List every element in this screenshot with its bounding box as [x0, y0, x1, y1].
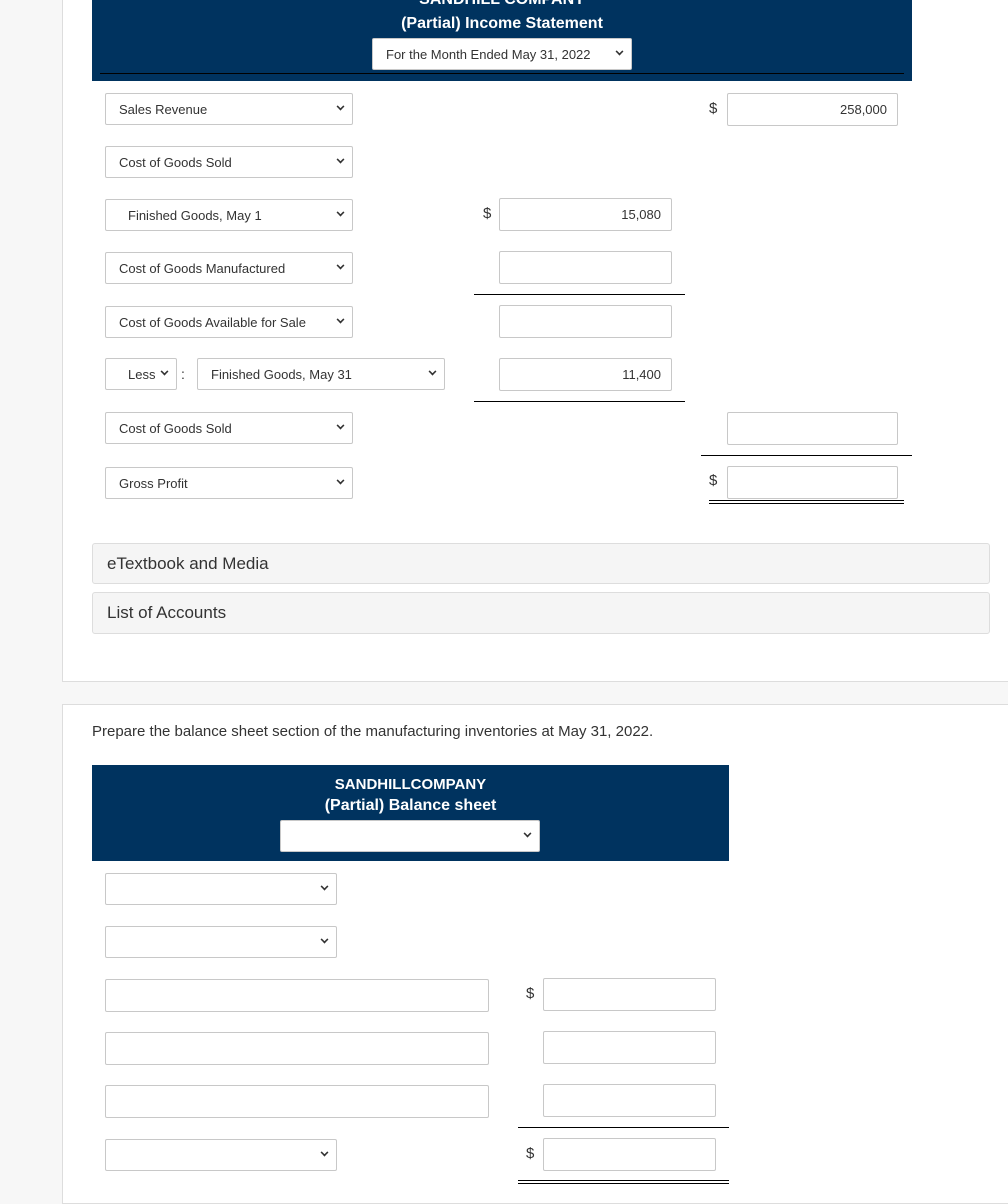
total-double-line	[709, 500, 904, 504]
chevron-down-icon	[336, 421, 345, 430]
inventory-amount-input-2[interactable]	[543, 1031, 716, 1064]
subtotal-line	[474, 401, 685, 402]
inventory-amount-input-3[interactable]	[543, 1084, 716, 1117]
chevron-down-icon	[336, 155, 345, 164]
company-name: SANDHILL COMPANY	[92, 0, 912, 9]
cogm-input[interactable]	[499, 251, 672, 284]
account-select-total[interactable]	[105, 1139, 337, 1171]
currency-symbol: $	[526, 1145, 535, 1162]
account-select-cogs[interactable]: Cost of Goods Sold	[105, 412, 353, 444]
list-of-accounts-link[interactable]: List of Accounts	[92, 592, 990, 634]
subtotal-line	[518, 1127, 729, 1128]
gross-profit-input[interactable]	[727, 466, 898, 499]
company-name: SANDHILLCOMPANY	[334, 776, 487, 793]
inventory-name-input-2[interactable]	[105, 1032, 489, 1065]
currency-symbol: $	[526, 985, 535, 1002]
account-select-cogm[interactable]: Cost of Goods Manufactured	[105, 252, 353, 284]
chevron-down-icon	[336, 315, 345, 324]
account-select-fg-may31[interactable]: Finished Goods, May 31	[197, 358, 445, 390]
sales-amount-input[interactable]: 258,000	[727, 93, 898, 126]
inventory-amount-input-1[interactable]	[543, 978, 716, 1011]
date-select[interactable]	[280, 820, 540, 852]
period-select[interactable]: For the Month Ended May 31, 2022	[372, 38, 632, 70]
account-select-1[interactable]	[105, 873, 337, 905]
statement-title: (Partial) Balance sheet	[324, 797, 497, 814]
account-select-fg-may1[interactable]: Finished Goods, May 1	[105, 199, 353, 231]
chevron-down-icon	[615, 47, 624, 56]
total-inventory-input[interactable]	[543, 1138, 716, 1171]
currency-symbol: $	[709, 100, 718, 117]
inventory-name-input-1[interactable]	[105, 979, 489, 1012]
chevron-down-icon	[160, 367, 169, 376]
divider	[100, 73, 904, 74]
chevron-down-icon	[336, 208, 345, 217]
fg-may1-input[interactable]: 15,080	[499, 198, 672, 231]
chevron-down-icon	[320, 1148, 329, 1157]
chevron-down-icon	[428, 367, 437, 376]
chevron-down-icon	[320, 882, 329, 891]
colon: :	[181, 366, 185, 382]
account-select-2[interactable]	[105, 926, 337, 958]
account-select-cogafs[interactable]: Cost of Goods Available for Sale	[105, 306, 353, 338]
currency-symbol: $	[709, 472, 718, 489]
cogafs-input[interactable]	[499, 305, 672, 338]
total-double-line	[518, 1180, 729, 1184]
chevron-down-icon	[336, 102, 345, 111]
fg-may31-input[interactable]: 11,400	[499, 358, 672, 391]
currency-symbol: $	[483, 205, 492, 222]
cogs-input[interactable]	[727, 412, 898, 445]
less-select[interactable]: Less	[105, 358, 177, 390]
statement-title: (Partial) Income Statement	[401, 15, 603, 32]
inventory-name-input-3[interactable]	[105, 1085, 489, 1118]
etextbook-link[interactable]: eTextbook and Media	[92, 543, 990, 584]
chevron-down-icon	[523, 829, 532, 838]
chevron-down-icon	[320, 935, 329, 944]
account-select-sales[interactable]: Sales Revenue	[105, 93, 353, 125]
account-select-gross-profit[interactable]: Gross Profit	[105, 467, 353, 499]
balance-prompt: Prepare the balance sheet section of the…	[92, 723, 654, 740]
subtotal-line	[701, 455, 912, 456]
chevron-down-icon	[336, 261, 345, 270]
chevron-down-icon	[336, 476, 345, 485]
subtotal-line	[474, 294, 685, 295]
account-select-cogs-heading[interactable]: Cost of Goods Sold	[105, 146, 353, 178]
